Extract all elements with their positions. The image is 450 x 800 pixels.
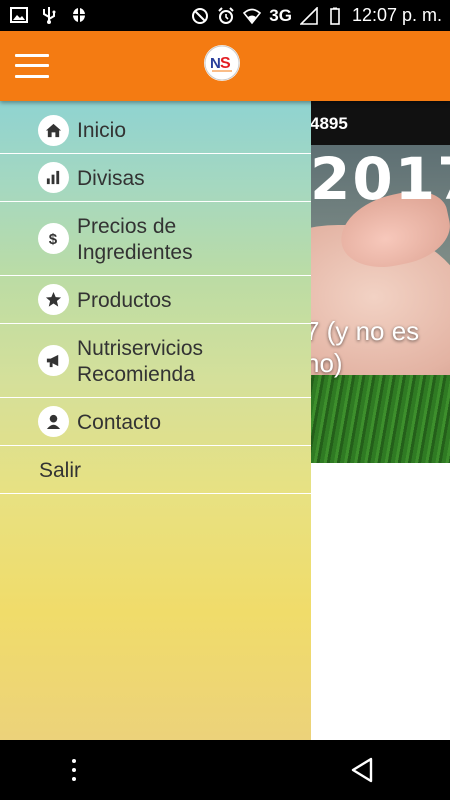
drawer-item-nutriservicios[interactable]: Nutriservicios Recomienda — [0, 324, 311, 398]
news-year: 2017 — [310, 145, 450, 213]
system-nav-bar — [0, 740, 450, 800]
network-type: 3G — [269, 5, 292, 25]
more-options-icon[interactable] — [70, 757, 78, 783]
drawer-item-precios[interactable]: $ Precios de Ingredientes — [0, 202, 311, 276]
status-left-icons — [10, 6, 88, 24]
drawer-item-label: Nutriservicios Recomienda — [77, 337, 204, 386]
drawer-item-label: Inicio — [77, 119, 127, 142]
star-icon — [38, 284, 69, 315]
drawer-item-salir[interactable]: Salir — [0, 446, 311, 494]
status-bar: 3G 12:07 p. m. — [0, 0, 450, 31]
android-debug-icon — [73, 7, 85, 23]
app-logo: N S — [204, 45, 240, 81]
app-bar: N S — [0, 31, 450, 101]
home-icon — [38, 115, 69, 146]
drawer-item-label: Divisas — [77, 167, 145, 190]
news-headline[interactable]: 7 (y no es no) — [305, 315, 450, 379]
drawer-item-label: Contacto — [77, 411, 162, 434]
usb-icon — [43, 7, 56, 24]
svg-text:$: $ — [49, 231, 58, 247]
do-not-disturb-icon — [192, 7, 209, 24]
drawer-item-contacto[interactable]: Contacto — [0, 398, 311, 446]
drawer-item-divisas[interactable]: Divisas — [0, 154, 311, 202]
clock: 12:07 p. m. — [351, 5, 442, 25]
battery-icon — [330, 7, 340, 25]
contact-person-icon — [38, 406, 69, 437]
navigation-drawer: Inicio Divisas $ Precios de Ingredientes… — [0, 101, 311, 740]
drawer-item-inicio[interactable]: Inicio — [0, 101, 311, 154]
drawer-menu: Inicio Divisas $ Precios de Ingredientes… — [0, 101, 311, 494]
dollar-icon: $ — [38, 223, 69, 254]
drawer-item-label: Salir — [39, 459, 82, 482]
drawer-item-label: Productos — [77, 289, 172, 312]
svg-text:S: S — [220, 55, 231, 72]
status-right-icons: 3G 12:07 p. m. — [191, 5, 442, 26]
drawer-item-label: Precios de Ingredientes — [77, 215, 193, 264]
wifi-icon — [243, 8, 262, 24]
image-icon — [10, 7, 28, 23]
megaphone-icon — [38, 345, 69, 376]
alarm-icon — [218, 6, 234, 24]
back-icon[interactable] — [350, 757, 374, 783]
signal-icon — [299, 6, 318, 25]
hamburger-menu-icon[interactable] — [15, 53, 49, 79]
drawer-item-productos[interactable]: Productos — [0, 276, 311, 324]
news-number: 4895 — [310, 114, 348, 133]
bar-chart-icon — [38, 162, 69, 193]
